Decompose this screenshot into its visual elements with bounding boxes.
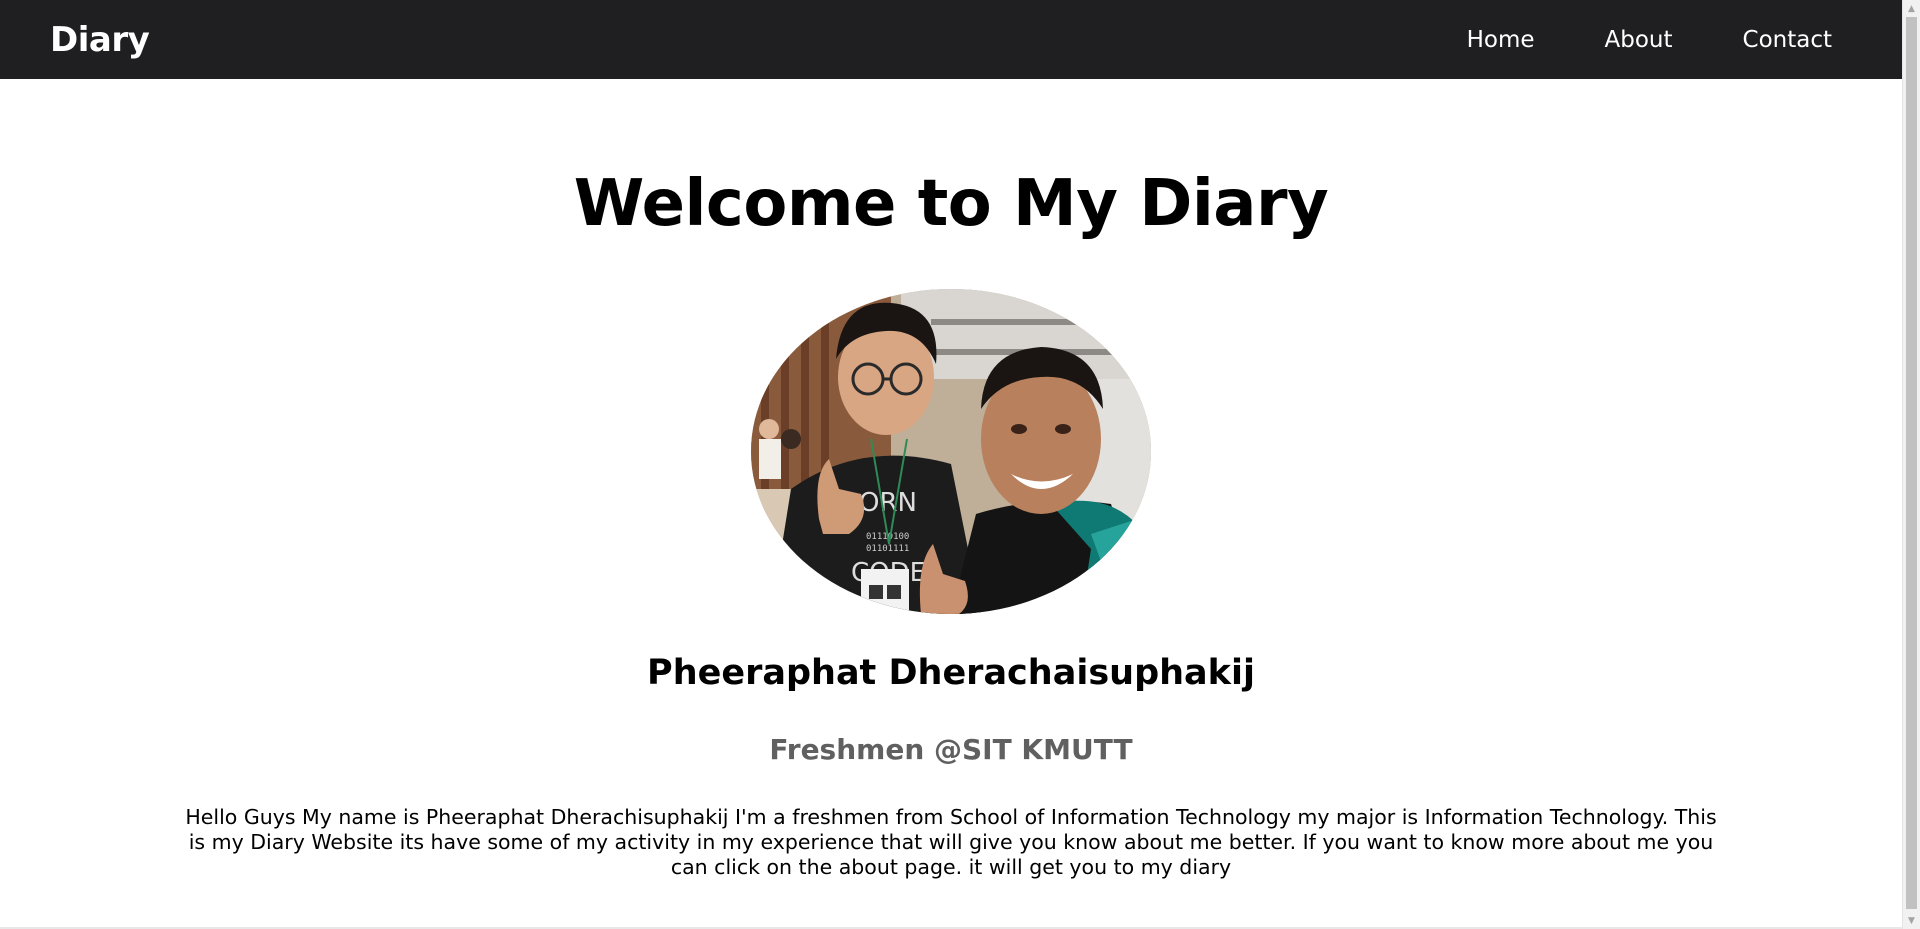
vertical-scrollbar[interactable]: ▲ ▼ (1902, 0, 1920, 929)
nav-link-contact[interactable]: Contact (1743, 27, 1832, 53)
scrollbar-thumb[interactable] (1906, 17, 1917, 909)
profile-photo-image: ORN 01110100 01101111 CODE (751, 289, 1151, 614)
svg-text:ORN: ORN (859, 488, 917, 518)
bio-paragraph: Hello Guys My name is Pheeraphat Dherach… (185, 805, 1717, 879)
profile-photo: ORN 01110100 01101111 CODE (751, 289, 1151, 614)
person-role: Freshmen @SIT KMUTT (769, 733, 1133, 766)
scroll-down-arrow-icon[interactable]: ▼ (1903, 912, 1920, 929)
main-content: Welcome to My Diary ORN 01110100 0110111… (0, 79, 1902, 929)
page-title: Welcome to My Diary (573, 167, 1329, 241)
nav-links: Home About Contact (1467, 27, 1852, 53)
navbar: Diary Home About Contact (0, 0, 1902, 79)
brand-logo-link[interactable]: Diary (50, 20, 150, 60)
scroll-up-arrow-icon[interactable]: ▲ (1903, 0, 1920, 17)
page: Diary Home About Contact Welcome to My D… (0, 0, 1920, 929)
person-name: Pheeraphat Dherachaisuphakij (647, 653, 1255, 693)
nav-link-home[interactable]: Home (1467, 27, 1535, 53)
nav-link-about[interactable]: About (1605, 27, 1673, 53)
svg-text:01101111: 01101111 (866, 544, 909, 554)
content-area: Diary Home About Contact Welcome to My D… (0, 0, 1902, 929)
